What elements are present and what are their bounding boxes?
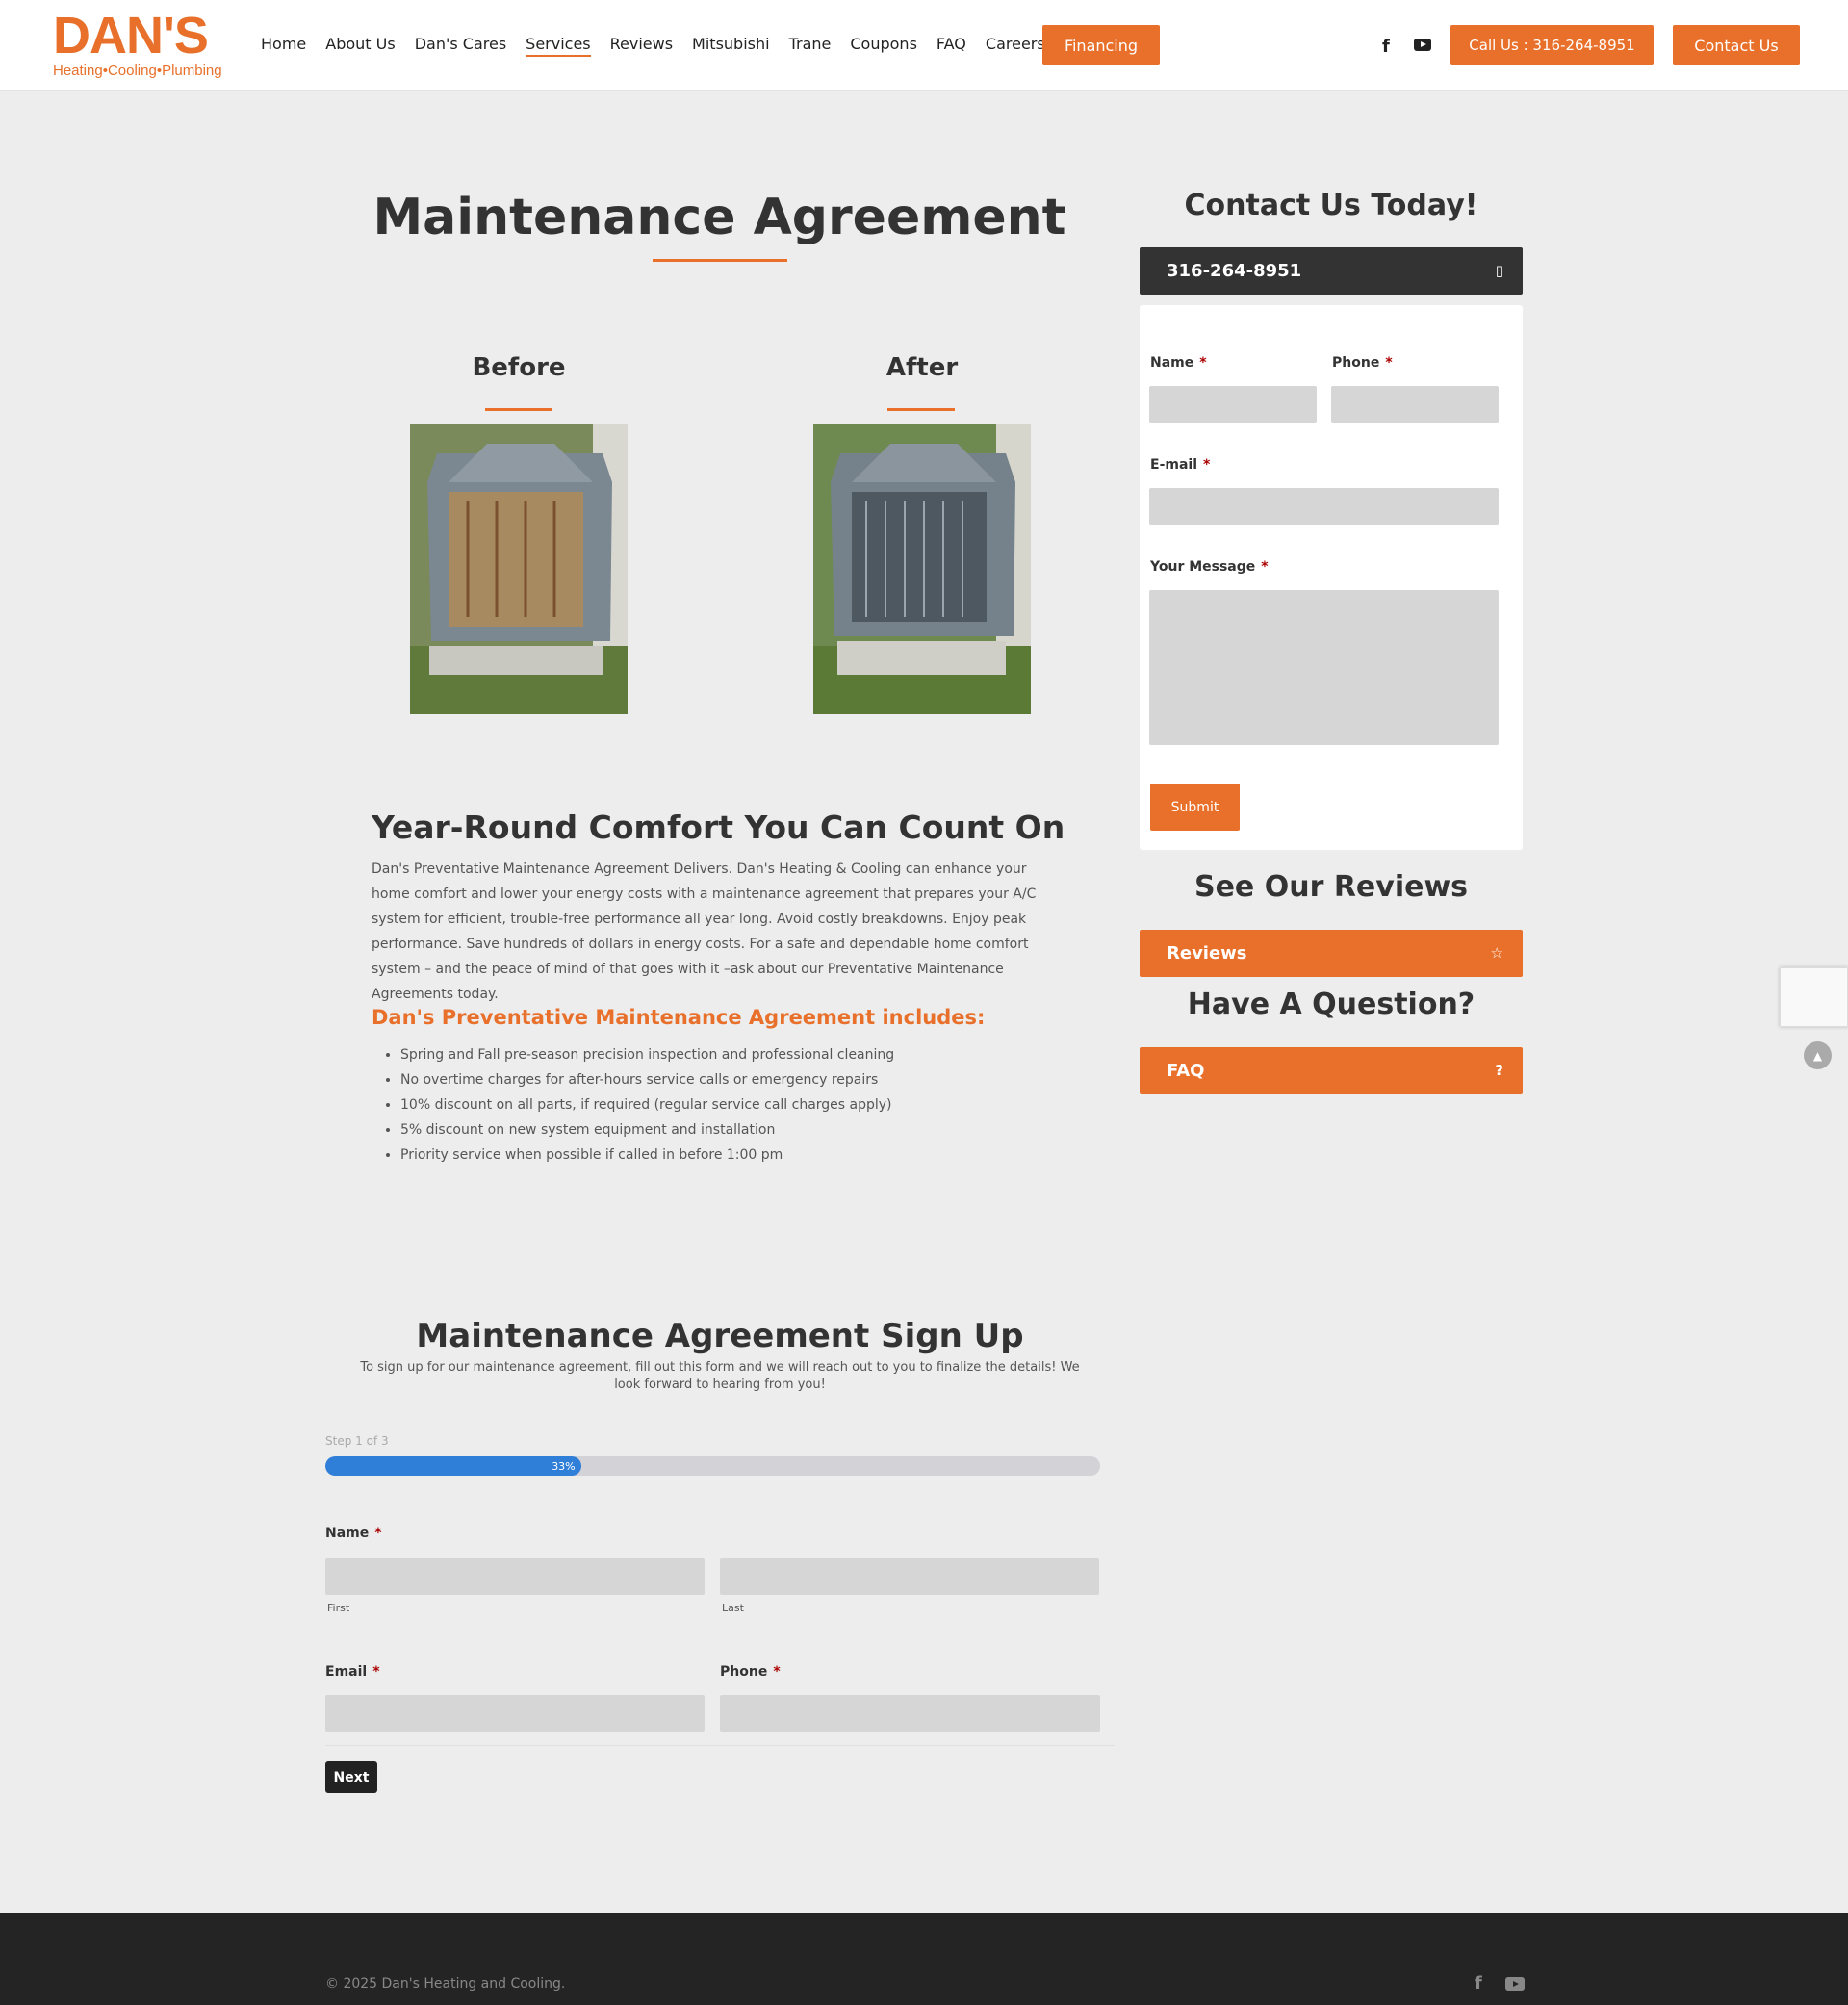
facebook-icon[interactable]: f (1475, 1973, 1482, 1993)
nav-item-mitsubishi[interactable]: Mitsubishi (692, 35, 770, 57)
contact-title: Contact Us Today! (1184, 189, 1478, 222)
contact-phone-input[interactable] (1331, 386, 1499, 423)
title-underline (653, 259, 787, 262)
logo-tagline: Heating•Cooling•Plumbing (53, 63, 222, 79)
nav-item-services[interactable]: Services (526, 35, 591, 57)
signup-phone-input[interactable] (720, 1695, 1100, 1732)
contact-message-label: Your Message * (1150, 559, 1269, 575)
list-item: No overtime charges for after-hours serv… (400, 1067, 1059, 1092)
signup-phone-label: Phone * (720, 1664, 781, 1680)
copyright: © 2025 Dan's Heating and Cooling. (325, 1976, 566, 1992)
contact-message-textarea[interactable] (1149, 590, 1499, 745)
nav-item-coupons[interactable]: Coupons (850, 35, 917, 57)
form-divider (325, 1745, 1115, 1746)
contact-name-label: Name * (1150, 355, 1207, 371)
signup-title: Maintenance Agreement Sign Up (416, 1317, 1024, 1355)
facebook-icon[interactable]: f (1382, 37, 1390, 57)
arrow-up-icon[interactable]: ▲ (1804, 1041, 1832, 1069)
contact-us-button[interactable]: Contact Us (1673, 25, 1800, 65)
step-indicator: Step 1 of 3 (325, 1434, 389, 1448)
call-us-button[interactable]: Call Us : 316-264-8951 (1450, 25, 1654, 65)
after-heading: After (886, 353, 959, 382)
progress-bar: 33% (325, 1456, 1100, 1476)
question-title: Have A Question? (1187, 988, 1476, 1021)
main-nav: Home About Us Dan's Cares Services Revie… (261, 35, 1065, 57)
phone-bar[interactable]: 316-264-8951 ▯ (1140, 247, 1523, 295)
nav-item-reviews[interactable]: Reviews (610, 35, 673, 57)
first-name-input[interactable] (325, 1558, 705, 1595)
contact-email-label: E-mail * (1150, 457, 1211, 473)
contact-name-input[interactable] (1149, 386, 1317, 423)
last-name-input[interactable] (720, 1558, 1099, 1595)
nav-item-about[interactable]: About Us (325, 35, 395, 57)
mobile-phone-icon: ▯ (1495, 262, 1503, 279)
after-underline (887, 408, 955, 411)
after-photo (813, 424, 1031, 714)
list-item: 10% discount on all parts, if required (… (400, 1092, 1059, 1118)
nav-item-cares[interactable]: Dan's Cares (415, 35, 506, 57)
question-icon: ? (1495, 1062, 1503, 1079)
logo[interactable]: DAN'S Heating•Cooling•Plumbing (53, 10, 226, 82)
nav-item-faq[interactable]: FAQ (937, 35, 966, 57)
signup-name-label: Name * (325, 1526, 382, 1541)
signup-description: To sign up for our maintenance agreement… (360, 1360, 1080, 1392)
comfort-heading: Year-Round Comfort You Can Count On (372, 809, 1065, 846)
faq-label: FAQ (1167, 1061, 1205, 1081)
youtube-icon[interactable] (1414, 39, 1431, 51)
includes-list: Spring and Fall pre-season precision ins… (385, 1042, 1059, 1168)
site-footer (0, 1913, 1848, 2005)
faq-bar[interactable]: FAQ ? (1140, 1047, 1523, 1094)
progress-fill: 33% (325, 1456, 581, 1476)
list-item: Spring and Fall pre-season precision ins… (400, 1042, 1059, 1067)
before-heading: Before (472, 353, 566, 382)
before-underline (485, 408, 552, 411)
youtube-icon[interactable] (1505, 1977, 1525, 1991)
contact-email-input[interactable] (1149, 488, 1499, 525)
phone-number: 316-264-8951 (1167, 261, 1302, 281)
page-title: Maintenance Agreement (372, 189, 1066, 246)
contact-phone-label: Phone * (1332, 355, 1393, 371)
progress-label: 33% (552, 1459, 576, 1473)
recaptcha-badge[interactable] (1780, 967, 1848, 1027)
signup-email-input[interactable] (325, 1695, 705, 1732)
reviews-title: See Our Reviews (1194, 870, 1469, 904)
nav-item-careers[interactable]: Careers (986, 35, 1045, 57)
reviews-label: Reviews (1167, 943, 1247, 964)
last-sublabel: Last (722, 1602, 744, 1614)
financing-button[interactable]: Financing (1042, 25, 1160, 65)
list-item: Priority service when possible if called… (400, 1143, 1059, 1168)
includes-heading: Dan's Preventative Maintenance Agreement… (372, 1006, 986, 1029)
contact-form: Name * Phone * E-mail * Your Message * Submi… (1140, 305, 1523, 850)
star-icon: ☆ (1490, 944, 1503, 962)
logo-name: DAN'S (53, 7, 209, 64)
submit-button[interactable]: Submit (1150, 784, 1240, 831)
reviews-bar[interactable]: Reviews ☆ (1140, 930, 1523, 977)
nav-item-trane[interactable]: Trane (789, 35, 832, 57)
first-sublabel: First (327, 1602, 350, 1614)
signup-email-label: Email * (325, 1664, 380, 1680)
site-header: DAN'S Heating•Cooling•Plumbing Home Abou… (0, 0, 1848, 91)
before-photo (410, 424, 628, 714)
next-button[interactable]: Next (325, 1761, 377, 1793)
list-item: 5% discount on new system equipment and … (400, 1118, 1059, 1143)
maintenance-description: Dan's Preventative Maintenance Agreement… (372, 861, 1037, 1002)
nav-item-home[interactable]: Home (261, 35, 306, 57)
